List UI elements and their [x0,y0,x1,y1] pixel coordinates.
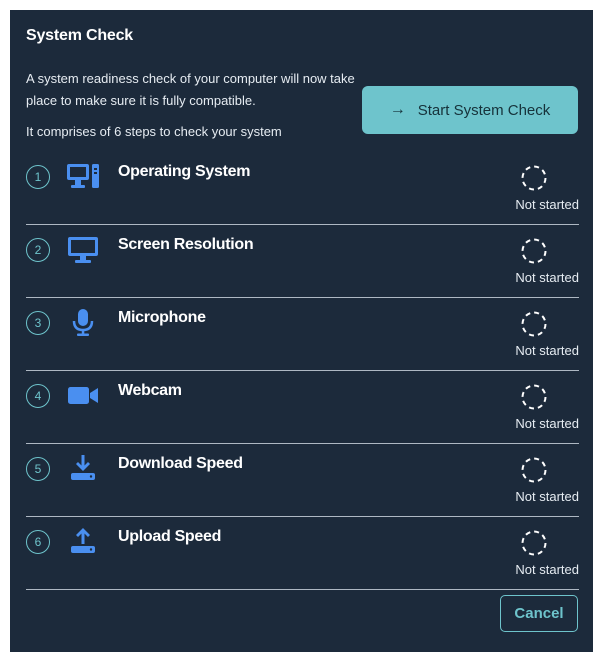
step-screen-resolution: 2 Screen Resolution Not started [26,225,579,298]
step-label: Download Speed [118,455,243,472]
step-status: Not started [515,562,579,577]
step-number-badge: 5 [26,457,50,481]
step-webcam: 4 Webcam Not started [26,371,579,444]
dialog-title: System Check [26,27,133,44]
step-label: Webcam [118,382,182,399]
step-number-badge: 4 [26,384,50,408]
video-camera-icon [66,380,100,410]
pending-circle-icon [520,383,548,411]
intro-text: A system readiness check of your compute… [26,71,355,108]
pending-circle-icon [520,310,548,338]
pending-circle-icon [520,237,548,265]
step-number-badge: 6 [26,530,50,554]
desktop-computer-icon [66,161,100,191]
pending-circle-icon [520,164,548,192]
start-button-label: Start System Check [417,101,551,119]
step-operating-system: 1 Operating System Not started [26,152,579,225]
pending-circle-icon [520,456,548,484]
step-status: Not started [515,343,579,358]
microphone-icon [66,307,100,337]
step-label: Screen Resolution [118,236,254,253]
pending-circle-icon [520,529,548,557]
step-microphone: 3 Microphone Not started [26,298,579,371]
upload-icon [66,526,100,556]
monitor-icon [66,234,100,264]
step-status: Not started [515,489,579,504]
start-system-check-button[interactable]: → Start System Check [362,86,578,134]
steps-list: 1 Operating System Not started 2 Screen … [26,152,579,590]
step-upload-speed: 6 Upload Speed Not started [26,517,579,590]
steps-note: It comprises of 6 steps to check your sy… [26,124,282,139]
system-check-dialog: System Check A system readiness check of… [10,10,593,652]
step-download-speed: 5 Download Speed Not started [26,444,579,517]
download-icon [66,453,100,483]
step-number-badge: 3 [26,311,50,335]
step-status: Not started [515,197,579,212]
step-status: Not started [515,416,579,431]
cancel-button[interactable]: Cancel [500,595,578,632]
arrow-right-icon: → [389,101,406,118]
step-status: Not started [515,270,579,285]
step-label: Microphone [118,309,206,326]
step-label: Operating System [118,163,251,180]
step-label: Upload Speed [118,528,222,545]
step-number-badge: 1 [26,165,50,189]
step-number-badge: 2 [26,238,50,262]
